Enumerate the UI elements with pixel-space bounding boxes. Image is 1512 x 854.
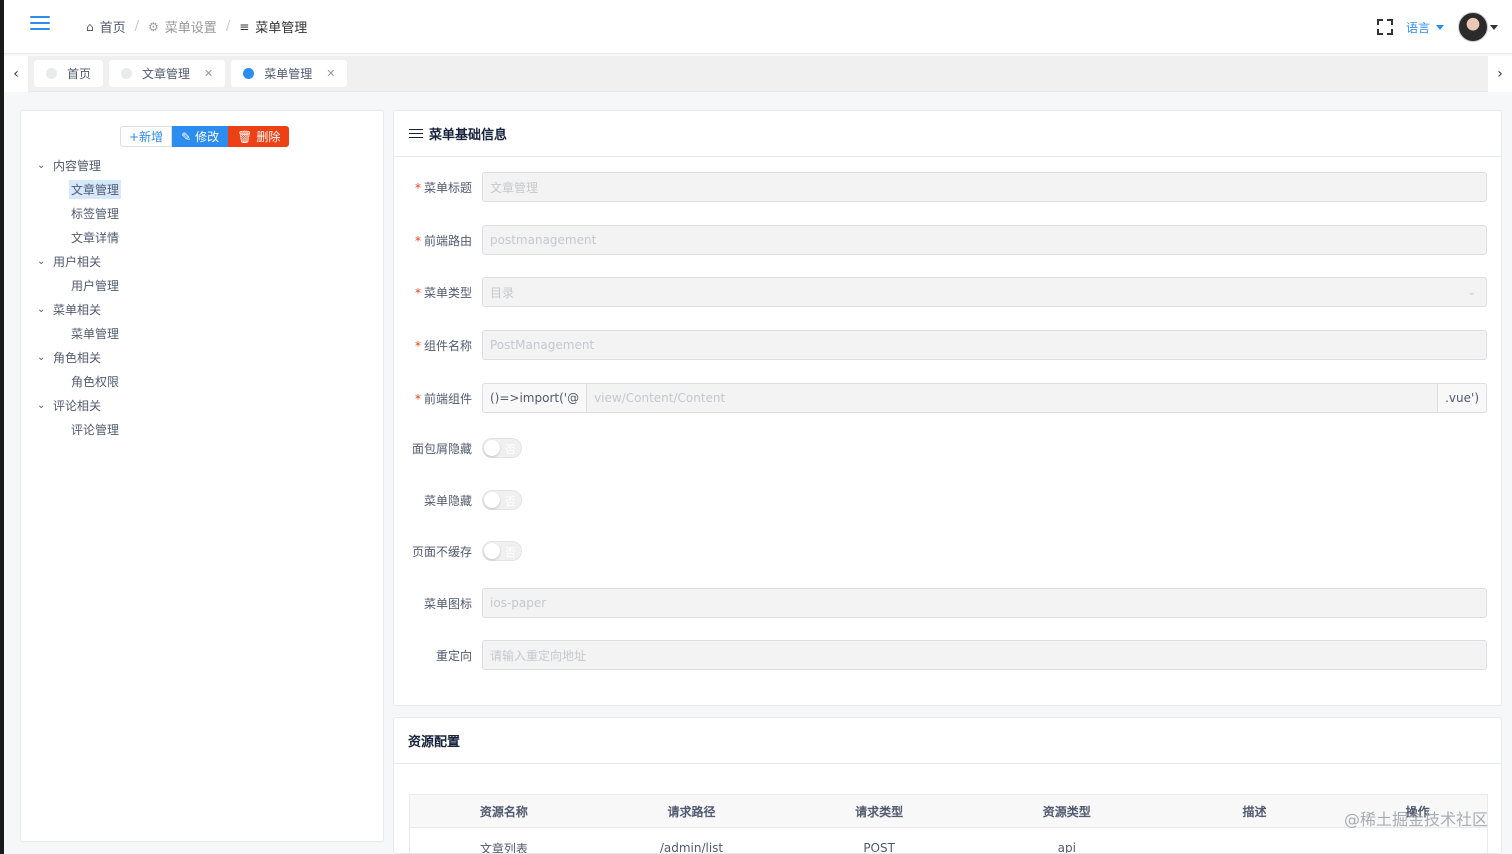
close-icon[interactable]: ✕ (326, 67, 335, 80)
close-icon[interactable]: ✕ (204, 67, 213, 80)
tree-node-content[interactable]: ⌄ 内容管理 (37, 153, 121, 177)
field-no-cache: 页面不缓存 否 (394, 536, 1503, 566)
fullscreen-icon[interactable] (1376, 18, 1394, 36)
edit-icon: ✎ (181, 129, 192, 144)
tree-leaf-tags[interactable]: 标签管理 (37, 201, 121, 225)
tree-node-comments[interactable]: ⌄ 评论相关 (37, 393, 121, 417)
field-menu-type: * 菜单类型 目录 ⌄ (394, 277, 1503, 307)
edit-button[interactable]: ✎ 修改 (172, 126, 229, 147)
settings-lines-icon (409, 126, 423, 141)
tabs-bar: ‹ 首页 文章管理 ✕ 菜单管理 ✕ › (4, 56, 1512, 92)
delete-button[interactable]: 🗑 删除 (228, 126, 290, 147)
watermark: @稀土掘金技术社区 (1343, 810, 1488, 829)
menu-tree-panel: +新增 ✎ 修改 🗑 删除 ⌄ 内容管理 文章管理 标签管理 文章详情 ⌄ 用户相关 用… (20, 110, 384, 842)
menu-form-panel: 菜单基础信息 * 菜单标题 文章管理 * 前端路由 postmanagement *… (393, 110, 1502, 706)
menu-title-input[interactable]: 文章管理 (482, 172, 1487, 202)
tree-node-roles[interactable]: ⌄ 角色相关 (37, 345, 121, 369)
redirect-input[interactable]: 请输入重定向地址 (482, 640, 1487, 670)
chevron-down-icon[interactable]: ⌄ (37, 400, 53, 411)
breadcrumb-hidden-switch[interactable]: 否 (482, 438, 522, 458)
language-dropdown[interactable]: 语言 (1406, 19, 1444, 36)
table-header: 资源名称 请求路径 请求类型 资源类型 描述 操作 (410, 795, 1487, 828)
table-cell: POST (863, 841, 895, 854)
field-redirect: 重定向 请输入重定向地址 (394, 640, 1503, 670)
tree-leaf-user-management[interactable]: 用户管理 (37, 273, 121, 297)
component-prefix: ()=>import('@ (482, 383, 587, 413)
route-input[interactable]: postmanagement (482, 225, 1487, 255)
breadcrumb-separator: / (225, 19, 231, 34)
column-header: 资源名称 (479, 804, 528, 819)
menu-icon-input[interactable]: ios-paper (482, 588, 1487, 618)
field-menu-icon: 菜单图标 ios-paper (394, 588, 1503, 618)
chevron-down-icon (1436, 24, 1444, 30)
column-header: 资源类型 (1042, 804, 1091, 819)
menu-tree: ⌄ 内容管理 文章管理 标签管理 文章详情 ⌄ 用户相关 用户管理 ⌄ 菜单相关 菜单… (37, 153, 122, 441)
tree-leaf-role-permissions[interactable]: 角色权限 (37, 369, 121, 393)
chevron-down-icon: ⌄ (1467, 287, 1476, 298)
chevron-down-icon[interactable]: ⌄ (37, 256, 53, 267)
field-breadcrumb-hidden: 面包屑隐藏 否 (394, 433, 1503, 463)
required-mark: * (414, 285, 421, 300)
component-suffix: .vue') (1438, 383, 1487, 413)
form-panel-header: 菜单基础信息 (394, 111, 1501, 157)
column-header: 描述 (1242, 804, 1267, 819)
menu-type-select[interactable]: 目录 ⌄ (482, 277, 1487, 307)
gear-icon: ⚙ (148, 19, 159, 34)
breadcrumb-menu-settings[interactable]: ⚙ 菜单设置 (148, 17, 217, 37)
trash-icon: 🗑 (237, 129, 253, 144)
table-cell: /admin/list (659, 841, 724, 854)
breadcrumb: ⌂ 首页 / ⚙ 菜单设置 / ≡ 菜单管理 (86, 17, 307, 36)
column-header: 请求路径 (667, 804, 716, 819)
tabs-scroll-right-icon[interactable]: › (1488, 56, 1512, 92)
chevron-down-icon[interactable]: ⌄ (37, 352, 53, 363)
tab-dot-icon (121, 68, 133, 79)
column-header: 请求类型 (855, 804, 904, 819)
tree-leaf-article[interactable]: 文章管理 (37, 177, 122, 201)
resource-panel-header: 资源配置 (394, 718, 1501, 764)
breadcrumb-home[interactable]: ⌂ 首页 (86, 17, 126, 37)
add-button[interactable]: +新增 (120, 126, 173, 147)
required-mark: * (414, 391, 421, 406)
chevron-down-icon[interactable] (1490, 24, 1498, 30)
field-component: * 前端组件 ()=>import('@ view/Content/Content… (394, 383, 1503, 413)
breadcrumb-separator: / (134, 19, 140, 34)
tree-node-users[interactable]: ⌄ 用户相关 (37, 249, 121, 273)
chevron-down-icon[interactable]: ⌄ (37, 304, 53, 315)
resource-table: 资源名称 请求路径 请求类型 资源类型 描述 操作 文章列表 /admin/li… (409, 794, 1488, 854)
tab-menu-management[interactable]: 菜单管理 ✕ (231, 60, 348, 87)
tab-dot-icon (46, 68, 57, 79)
menu-toggle-icon[interactable] (30, 16, 50, 32)
component-name-input[interactable]: PostManagement (482, 330, 1487, 360)
tab-article-management[interactable]: 文章管理 ✕ (109, 60, 226, 87)
breadcrumb-current: ≡ 菜单管理 (239, 19, 308, 37)
tree-leaf-comment-management[interactable]: 评论管理 (37, 417, 121, 441)
field-route: * 前端路由 postmanagement (394, 225, 1503, 255)
table-row: 文章列表 /admin/list POST api (410, 828, 1487, 854)
chevron-down-icon[interactable]: ⌄ (37, 160, 53, 171)
tree-leaf-article-detail[interactable]: 文章详情 (37, 225, 121, 249)
field-menu-hidden: 菜单隐藏 否 (394, 485, 1503, 515)
no-cache-switch[interactable]: 否 (482, 541, 522, 561)
required-mark: * (414, 233, 421, 248)
table-cell: api (1057, 841, 1076, 854)
menu-hidden-switch[interactable]: 否 (482, 490, 522, 510)
table-cell: 文章列表 (479, 841, 528, 854)
required-mark: * (414, 338, 421, 353)
field-component-name: * 组件名称 PostManagement (394, 330, 1503, 360)
tab-home[interactable]: 首页 (34, 60, 104, 87)
required-mark: * (414, 180, 421, 195)
resource-config-panel: 资源配置 资源名称 请求路径 请求类型 资源类型 描述 操作 文章列表 /adm… (393, 717, 1502, 854)
avatar[interactable] (1458, 12, 1488, 42)
field-menu-title: * 菜单标题 文章管理 (394, 172, 1503, 202)
tab-dot-icon (243, 68, 255, 79)
tabs-scroll-left-icon[interactable]: ‹ (4, 56, 28, 92)
menu-lines-icon: ≡ (239, 19, 250, 34)
home-icon: ⌂ (86, 19, 94, 34)
component-path-input[interactable]: view/Content/Content (586, 383, 1439, 413)
top-header: ⌂ 首页 / ⚙ 菜单设置 / ≡ 菜单管理 语言 (0, 0, 1512, 854)
tree-leaf-menu-management[interactable]: 菜单管理 (37, 321, 121, 345)
tree-node-menus[interactable]: ⌄ 菜单相关 (37, 297, 121, 321)
